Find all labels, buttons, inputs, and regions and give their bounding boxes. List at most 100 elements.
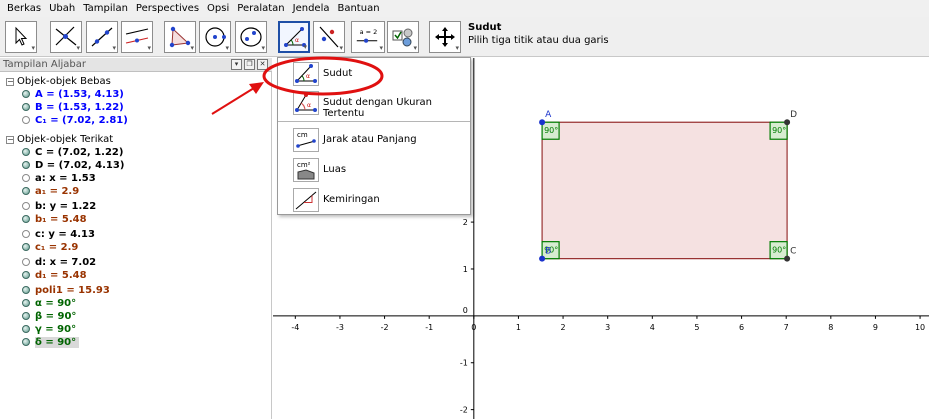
polygon-poli1 <box>541 121 788 260</box>
angle-tool-dropdown: α Sudut α Sudut dengan Ukuran Tertentu c… <box>277 57 471 215</box>
point-label-a: A <box>545 110 552 120</box>
visibility-toggle-icon[interactable] <box>22 202 30 210</box>
visibility-toggle-icon[interactable] <box>22 286 30 294</box>
x-tick-label: -3 <box>336 323 344 332</box>
visibility-toggle-icon[interactable] <box>22 325 30 333</box>
algebra-item-text: α = 90° <box>35 298 77 309</box>
visibility-toggle-icon[interactable] <box>22 338 30 346</box>
menu-item-sudut[interactable]: α Sudut <box>278 60 470 88</box>
tool-point[interactable]: ▾ <box>50 21 82 53</box>
tool-move-graphics[interactable]: ▾ <box>429 21 461 53</box>
x-tick-label: 9 <box>873 323 878 332</box>
collapse-icon[interactable]: − <box>6 136 14 144</box>
visibility-toggle-icon[interactable] <box>22 148 30 156</box>
menu-perspectives[interactable]: Perspectives <box>132 3 203 14</box>
visibility-toggle-icon[interactable] <box>22 161 30 169</box>
x-tick-label: 10 <box>915 323 925 332</box>
tool-angle[interactable]: α ▾ <box>278 21 310 53</box>
visibility-toggle-icon[interactable] <box>22 90 30 98</box>
algebra-item[interactable]: B = (1.53, 1.22) <box>22 101 124 114</box>
ellipse-icon <box>240 27 262 47</box>
visibility-toggle-icon[interactable] <box>22 258 30 266</box>
algebra-item[interactable]: c₁ = 2.9 <box>22 241 78 254</box>
y-tick-label: 1 <box>463 265 468 274</box>
x-tick-label: -1 <box>425 323 433 332</box>
visibility-toggle-icon[interactable] <box>22 312 30 320</box>
algebra-item[interactable]: D = (7.02, 4.13) <box>22 159 124 172</box>
area-icon: cm² <box>297 161 315 180</box>
group-free-objects[interactable]: − Objek-objek Bebas <box>6 75 111 88</box>
tool-move[interactable]: ▾ <box>5 21 37 53</box>
menu-item-label: Luas <box>323 164 347 175</box>
algebra-item[interactable]: δ = 90° <box>22 336 80 349</box>
visibility-toggle-icon[interactable] <box>22 187 30 195</box>
polygon-icon <box>169 26 191 48</box>
algebra-item[interactable]: c: y = 4.13 <box>22 228 95 241</box>
menu-ubah[interactable]: Ubah <box>45 3 79 14</box>
menu-item-kemiringan[interactable]: Kemiringan <box>278 186 470 214</box>
angle-fixed-icon: α <box>295 93 317 112</box>
tool-polygon[interactable]: ▾ <box>164 21 196 53</box>
tool-title: Sudut <box>468 22 502 33</box>
algebra-item[interactable]: a: x = 1.53 <box>22 172 96 185</box>
tool-checkbox[interactable]: ▾ <box>387 21 419 53</box>
x-tick-label: -2 <box>381 323 389 332</box>
y-tick-label: 2 <box>463 218 468 227</box>
visibility-toggle-icon[interactable] <box>22 103 30 111</box>
visibility-toggle-icon[interactable] <box>22 230 30 238</box>
tool-reflect[interactable]: ▾ <box>313 21 345 53</box>
algebra-item[interactable]: d: x = 7.02 <box>22 256 96 269</box>
algebra-item[interactable]: A = (1.53, 4.13) <box>22 88 124 101</box>
menu-item-sudut-ukuran[interactable]: α Sudut dengan Ukuran Tertentu <box>278 89 470 119</box>
algebra-item[interactable]: b: y = 1.22 <box>22 200 96 213</box>
angle-icon: α <box>295 64 317 83</box>
algebra-item[interactable]: b₁ = 5.48 <box>22 213 87 226</box>
algebra-item-text: c: y = 4.13 <box>35 229 95 240</box>
menu-bantuan[interactable]: Bantuan <box>333 3 383 14</box>
algebra-item-text: d₁ = 5.48 <box>35 270 87 281</box>
circle-icon <box>205 27 226 47</box>
svg-text:cm²: cm² <box>297 161 311 169</box>
visibility-toggle-icon[interactable] <box>22 174 30 182</box>
visibility-toggle-icon[interactable] <box>22 215 30 223</box>
algebra-item-text: b: y = 1.22 <box>35 201 97 212</box>
menu-peralatan[interactable]: Peralatan <box>233 3 288 14</box>
visibility-toggle-icon[interactable] <box>22 299 30 307</box>
algebra-item-text: a₁ = 2.9 <box>35 186 80 197</box>
visibility-toggle-icon[interactable] <box>22 116 30 124</box>
algebra-item[interactable]: poli1 = 15.93 <box>22 284 110 297</box>
x-tick-label: 8 <box>828 323 833 332</box>
collapse-icon[interactable]: − <box>6 78 14 86</box>
menu-berkas[interactable]: Berkas <box>3 3 45 14</box>
tool-circle[interactable]: ▾ <box>199 21 231 53</box>
group-dependent-objects[interactable]: − Objek-objek Terikat <box>6 133 113 146</box>
tool-line[interactable]: ▾ <box>86 21 118 53</box>
close-view-icon[interactable]: ✕ <box>257 59 268 70</box>
algebra-item[interactable]: α = 90° <box>22 297 76 310</box>
menu-item-jarak[interactable]: cm Jarak atau Panjang <box>278 126 470 154</box>
menu-jendela[interactable]: Jendela <box>289 3 334 14</box>
menu-opsi[interactable]: Opsi <box>203 3 233 14</box>
tool-slider[interactable]: a = 2 ▾ <box>351 21 385 53</box>
undock-icon[interactable]: ❐ <box>244 59 255 70</box>
distance-icon: cm <box>296 131 316 148</box>
point-label-b: B <box>545 247 551 257</box>
view-menu-icon[interactable]: ▾ <box>231 59 242 70</box>
visibility-toggle-icon[interactable] <box>22 243 30 251</box>
visibility-toggle-icon[interactable] <box>22 271 30 279</box>
tool-conic[interactable]: ▾ <box>235 21 267 53</box>
tool-perpendicular[interactable]: ▾ <box>121 21 153 53</box>
menu-item-luas[interactable]: cm² Luas <box>278 156 470 184</box>
algebra-item[interactable]: γ = 90° <box>22 323 76 336</box>
y-tick-label: -1 <box>460 359 468 368</box>
menu-tampilan[interactable]: Tampilan <box>79 3 132 14</box>
checkbox-icon <box>392 28 413 47</box>
algebra-item[interactable]: C = (7.02, 1.22) <box>22 146 123 159</box>
algebra-item[interactable]: d₁ = 5.48 <box>22 269 87 282</box>
slider-icon: a = 2 <box>356 28 377 43</box>
algebra-item[interactable]: a₁ = 2.9 <box>22 185 79 198</box>
menu-bar: Berkas Ubah Tampilan Perspectives Opsi Perala… <box>0 0 929 17</box>
algebra-item[interactable]: C₁ = (7.02, 2.81) <box>22 114 128 127</box>
tool-info: Sudut Pilih tiga titik atau dua garis <box>468 22 609 46</box>
algebra-item[interactable]: β = 90° <box>22 310 76 323</box>
